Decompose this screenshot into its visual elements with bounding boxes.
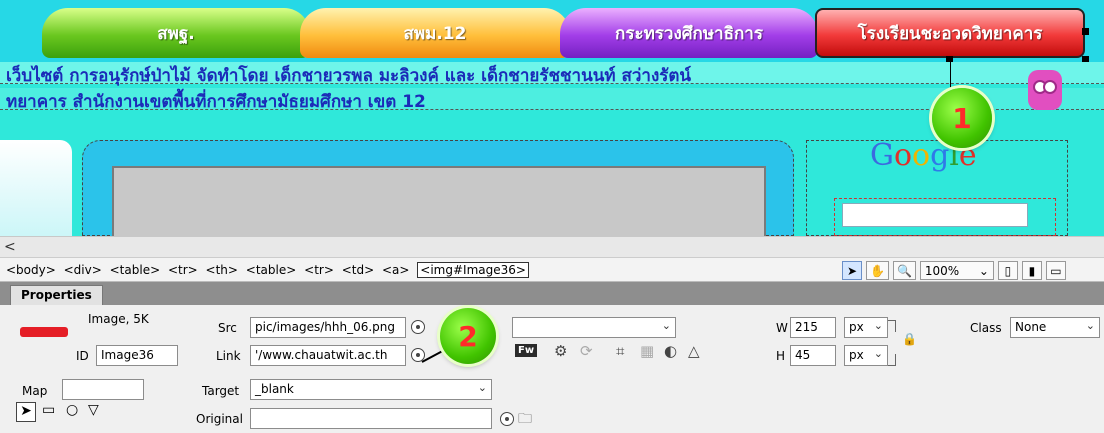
nav-tab-label: สพฐ. — [157, 23, 195, 44]
width-field[interactable]: 215 — [790, 317, 836, 338]
zoom-tool-icon[interactable]: 🔍 — [892, 261, 916, 280]
tag-item[interactable]: <div> — [64, 263, 102, 277]
properties-panel: Properties Image, 5K ID Image36 Src pic/… — [0, 282, 1104, 433]
point-to-file-icon[interactable] — [411, 320, 425, 334]
tag-item[interactable]: <a> — [382, 263, 409, 277]
chevron-down-icon: ⌄ — [873, 347, 883, 360]
callout-badge-1: 1 — [932, 88, 992, 148]
tag-list: <body> <div> <table> <tr> <th> <table> <… — [6, 262, 533, 278]
proportion-bracket — [888, 354, 896, 366]
image-thumbnail — [20, 327, 68, 337]
zoom-value: 100% — [924, 263, 960, 278]
zoom-select[interactable]: 100% ⌄ — [919, 261, 994, 280]
callout-badge-2: 2 — [440, 308, 496, 364]
scroll-left-icon[interactable]: < — [4, 239, 16, 255]
update-icon[interactable]: ⟳ — [580, 342, 593, 360]
class-label: Class — [970, 321, 1002, 335]
src-field[interactable]: pic/images/hhh_06.png — [250, 317, 406, 338]
map-label: Map — [22, 384, 48, 398]
nav-tab-label: กระทรวงศึกษาธิการ — [615, 23, 763, 44]
tag-item[interactable]: <table> — [110, 263, 161, 277]
nav-tab-spc[interactable]: สพฐ. — [42, 8, 310, 58]
tag-item[interactable]: <tr> — [168, 263, 198, 277]
nav-tab-school-selected[interactable]: โรงเรียนชะอวดวิทยาคาร — [815, 8, 1085, 58]
id-field[interactable]: Image36 — [96, 345, 178, 366]
design-view: สพฐ. สพม.12 กระทรวงศึกษาธิการ โรงเรียนชะ… — [0, 0, 1104, 236]
chevron-down-icon: ⌄ — [978, 263, 989, 278]
circle-hotspot-icon[interactable]: ○ — [66, 402, 78, 418]
properties-header: Properties — [0, 282, 1104, 305]
polygon-hotspot-icon[interactable]: ▽ — [88, 402, 99, 418]
nav-tab-ministry[interactable]: กระทรวงศึกษาธิการ — [560, 8, 818, 58]
window-size-icon[interactable]: ▯ — [997, 261, 1018, 280]
original-field[interactable] — [250, 408, 492, 429]
link-field[interactable]: '/www.chauatwit.ac.th — [250, 345, 406, 366]
tag-item[interactable]: <td> — [342, 263, 374, 277]
target-value: _blank — [255, 382, 294, 396]
target-select[interactable]: _blank ⌄ — [250, 379, 492, 400]
folder-icon[interactable]: 🗀 — [518, 408, 532, 432]
lock-icon[interactable]: 🔒 — [902, 332, 917, 346]
hand-tool-icon[interactable]: ✋ — [866, 261, 889, 280]
sharpen-icon[interactable]: △ — [688, 342, 700, 360]
class-value: None — [1015, 320, 1047, 334]
type-label: Image, 5K — [88, 312, 149, 326]
tag-item[interactable]: <th> — [206, 263, 238, 277]
id-label: ID — [76, 349, 89, 363]
horizontal-scrollbar[interactable]: < — [0, 236, 1104, 257]
tag-item-selected[interactable]: <img#Image36> — [417, 262, 529, 278]
height-field[interactable]: 45 — [790, 345, 836, 366]
chevron-down-icon: ⌄ — [661, 319, 671, 332]
crop-icon[interactable]: ⌗ — [616, 342, 624, 360]
tab-properties[interactable]: Properties — [10, 285, 103, 305]
width-unit-select[interactable]: px ⌄ — [844, 317, 888, 338]
src-label: Src — [218, 321, 237, 335]
proportion-bracket — [888, 320, 896, 332]
optimize-icon[interactable]: ⚙ — [554, 342, 567, 360]
link-label: Link — [216, 349, 241, 363]
unit-label: px — [849, 320, 864, 334]
owl-icon — [1028, 70, 1062, 110]
view-tools: ➤ ✋ 🔍 100% ⌄ ▯ ▮ ▭ — [842, 260, 1066, 281]
selection-handle[interactable] — [1082, 28, 1089, 35]
window-size-icon[interactable]: ▮ — [1021, 261, 1042, 280]
point-to-file-icon[interactable] — [500, 412, 514, 426]
unit-label: px — [849, 348, 864, 362]
chevron-down-icon: ⌄ — [873, 319, 883, 332]
callout-leader — [950, 60, 951, 90]
tag-item[interactable]: <tr> — [304, 263, 334, 277]
rect-hotspot-icon[interactable]: ▭ — [42, 402, 55, 418]
class-select[interactable]: None ⌄ — [1010, 317, 1100, 338]
target-label: Target — [202, 384, 240, 398]
map-pointer-icon[interactable]: ➤ — [16, 402, 36, 422]
marquee-text: เว็บไซต์ การอนุรักษ์ป่าไม้ จัดทำโดย เด็ก… — [0, 62, 1104, 86]
alt-select[interactable]: ⌄ — [512, 317, 676, 338]
tag-selector-bar: <body> <div> <table> <tr> <th> <table> <… — [0, 257, 1104, 282]
height-unit-select[interactable]: px ⌄ — [844, 345, 888, 366]
chevron-down-icon: ⌄ — [1085, 319, 1095, 332]
original-label: Original — [196, 412, 243, 426]
tag-item[interactable]: <table> — [246, 263, 297, 277]
chevron-down-icon: ⌄ — [477, 381, 487, 394]
nav-tab-label: สพม.12 — [403, 23, 467, 44]
search-input[interactable] — [842, 203, 1028, 227]
map-field[interactable] — [62, 379, 144, 400]
nav-tab-spm12[interactable]: สพม.12 — [300, 8, 570, 58]
content-placeholder — [112, 166, 766, 236]
height-label: H — [776, 349, 786, 363]
width-label: W — [776, 321, 788, 335]
tag-item[interactable]: <body> — [6, 263, 56, 277]
fireworks-edit-icon[interactable]: Fw — [515, 344, 538, 357]
left-column — [0, 140, 72, 236]
pointer-tool-icon[interactable]: ➤ — [842, 261, 862, 280]
nav-tab-label: โรงเรียนชะอวดวิทยาคาร — [857, 23, 1043, 44]
monitor-icon[interactable]: ▭ — [1045, 261, 1066, 280]
resample-icon[interactable]: ▦ — [640, 342, 654, 360]
brightness-icon[interactable]: ◐ — [664, 342, 677, 360]
